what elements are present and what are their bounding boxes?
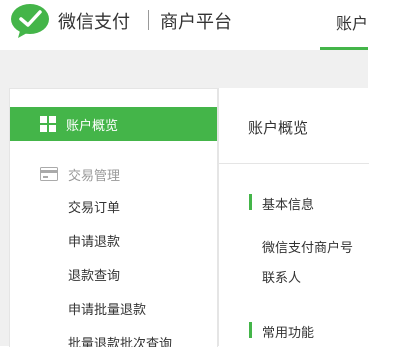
- section-marker: [249, 322, 252, 338]
- sidebar-item-refund-query[interactable]: 退款查询: [10, 261, 217, 289]
- top-nav-account-label: 账户: [336, 14, 368, 33]
- section-title-common-functions: 常用功能: [262, 326, 315, 341]
- page-title: 账户概览: [248, 119, 309, 137]
- right-edge-strip: [368, 0, 395, 346]
- sidebar-item-batch-refund-query[interactable]: 批量退款批次查询: [10, 329, 217, 347]
- sidebar-item-batch-refund[interactable]: 申请批量退款: [10, 295, 217, 323]
- section-marker: [249, 194, 252, 210]
- top-nav-account[interactable]: 账户: [320, 0, 368, 50]
- brand-subtitle: 商户平台: [160, 12, 232, 33]
- sidebar-item-transaction-orders[interactable]: 交易订单: [10, 193, 217, 221]
- sidebar-item-label: 批量退款批次查询: [68, 337, 173, 347]
- sidebar-item-account-overview[interactable]: 账户概览: [10, 107, 217, 141]
- grid-icon: [40, 116, 56, 132]
- sidebar-group-transactions: 交易管理: [10, 163, 217, 185]
- field-label-merchant-id: 微信支付商户号: [262, 241, 354, 256]
- brand-divider: [148, 10, 149, 30]
- sidebar-group-label: 交易管理: [68, 169, 121, 184]
- sidebar: 账户概览 交易管理 交易订单 申请退款 退款查询 申请批量退款 批量退款批次查询: [9, 88, 218, 347]
- sidebar-item-label: 申请批量退款: [68, 303, 147, 318]
- field-label-contact: 联系人: [262, 271, 302, 286]
- brand-name: 微信支付: [58, 12, 130, 33]
- sidebar-item-label: 退款查询: [68, 269, 121, 284]
- sidebar-item-label: 交易订单: [68, 201, 121, 216]
- main-panel: 账户概览 基本信息 微信支付商户号 联系人 常用功能: [218, 88, 369, 346]
- card-icon: [40, 167, 58, 181]
- sidebar-item-apply-refund[interactable]: 申请退款: [10, 227, 217, 255]
- sidebar-item-label: 申请退款: [68, 235, 121, 250]
- main-header: 账户概览: [219, 88, 369, 164]
- section-title-basic-info: 基本信息: [262, 198, 315, 213]
- top-header: 微信支付 商户平台 账户: [0, 0, 368, 50]
- wechat-pay-logo-icon: [11, 4, 49, 38]
- sidebar-item-label: 账户概览: [66, 119, 119, 134]
